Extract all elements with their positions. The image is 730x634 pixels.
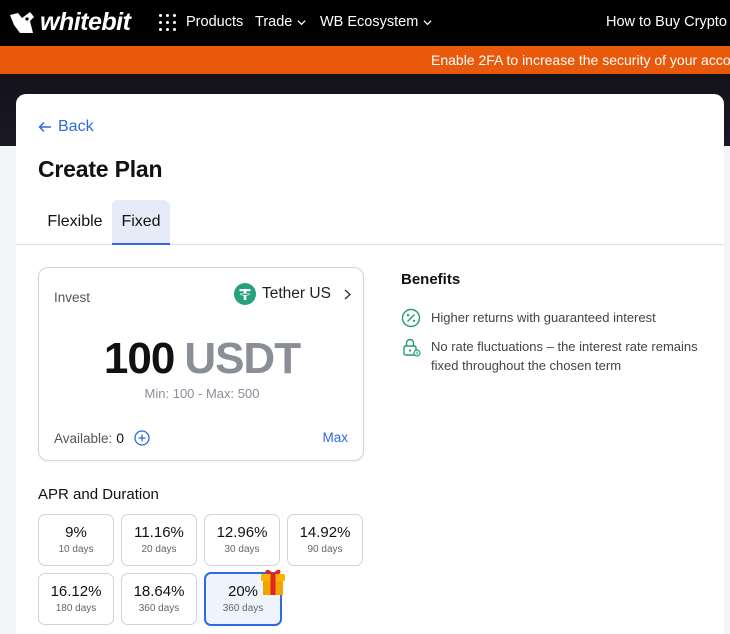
amount-value: 100 bbox=[103, 334, 175, 383]
apr-option[interactable]: 11.16% 20 days bbox=[121, 514, 197, 566]
amount-input[interactable]: 100 USDT bbox=[39, 334, 365, 384]
chevron-down-icon bbox=[423, 19, 432, 25]
add-funds-plus-icon[interactable] bbox=[134, 430, 150, 446]
amount-limits: Min: 100 - Max: 500 bbox=[144, 386, 260, 401]
arrow-left-icon bbox=[38, 121, 51, 133]
nav-item-label: Trade bbox=[255, 14, 293, 30]
back-label: Back bbox=[58, 118, 94, 135]
max-button[interactable]: Max bbox=[322, 430, 348, 445]
apr-rate: 16.12% bbox=[50, 583, 102, 600]
benefit-item: No rate fluctuations – the interest rate… bbox=[401, 337, 711, 375]
logo-mark-icon bbox=[10, 11, 34, 33]
tether-icon bbox=[234, 283, 256, 305]
chevron-right-icon bbox=[344, 288, 351, 300]
nav-item-label: How to Buy Crypto bbox=[606, 14, 727, 30]
chevron-down-icon bbox=[297, 19, 306, 25]
nav-item-label: Products bbox=[186, 14, 244, 30]
tab-flexible[interactable]: Flexible bbox=[38, 200, 112, 244]
nav-item-wb-ecosystem[interactable]: WB Ecosystem bbox=[320, 14, 432, 30]
benefit-text: No rate fluctuations – the interest rate… bbox=[431, 339, 698, 373]
lock-icon bbox=[403, 338, 421, 357]
nav-item-products[interactable]: Products bbox=[186, 14, 243, 30]
apr-option[interactable]: 12.96% 30 days bbox=[204, 514, 280, 566]
create-plan-card: Back Create Plan Flexible Fixed Invest T… bbox=[16, 94, 724, 634]
amount-currency: USDT bbox=[184, 334, 301, 383]
apr-rate: 11.16% bbox=[134, 524, 184, 541]
invest-panel: Invest Tether US 100 USDT Min: 100 - Max:… bbox=[38, 267, 364, 461]
apr-title: APR and Duration bbox=[38, 486, 159, 503]
apr-days: 20 days bbox=[141, 544, 177, 555]
percent-circle-icon bbox=[401, 308, 421, 328]
available-label: Available: bbox=[54, 430, 113, 446]
whitebit-logo[interactable]: whitebit bbox=[8, 8, 131, 37]
tab-fixed[interactable]: Fixed bbox=[112, 200, 170, 245]
benefit-text: Higher returns with guaranteed interest bbox=[431, 310, 656, 325]
top-navigation: whitebit Products Trade WB Ecosystem How… bbox=[0, 0, 730, 46]
plan-type-tabs: Flexible Fixed bbox=[16, 200, 724, 245]
gift-icon bbox=[261, 569, 285, 595]
apr-rate: 9% bbox=[65, 524, 87, 541]
apr-rate: 12.96% bbox=[216, 524, 268, 541]
apr-days: 360 days bbox=[138, 603, 180, 614]
apr-rate: 14.92% bbox=[299, 524, 351, 541]
apr-days: 360 days bbox=[222, 603, 264, 614]
benefit-item: Higher returns with guaranteed interest bbox=[401, 308, 656, 328]
back-link[interactable]: Back bbox=[38, 118, 94, 136]
nav-item-how-to-buy-crypto[interactable]: How to Buy Crypto bbox=[606, 14, 730, 30]
page-title: Create Plan bbox=[38, 156, 163, 182]
nav-item-trade[interactable]: Trade bbox=[255, 14, 306, 30]
apr-days: 30 days bbox=[224, 544, 260, 555]
apr-days: 10 days bbox=[58, 544, 94, 555]
apr-option[interactable]: 9% 10 days bbox=[38, 514, 114, 566]
coin-selector[interactable]: Tether US bbox=[234, 283, 352, 305]
invest-label: Invest bbox=[54, 290, 91, 305]
logo-text: whitebit bbox=[40, 8, 131, 36]
banner-text: Enable 2FA to increase the security of y… bbox=[431, 52, 730, 68]
apr-days: 90 days bbox=[307, 544, 343, 555]
benefits-title: Benefits bbox=[401, 271, 461, 288]
apr-option[interactable]: 18.64% 360 days bbox=[121, 573, 197, 625]
apps-grid-icon[interactable] bbox=[159, 14, 176, 31]
available-balance: Available: 0 bbox=[54, 430, 150, 446]
coin-name: Tether US bbox=[262, 285, 331, 302]
apr-option[interactable]: 16.12% 180 days bbox=[38, 573, 114, 625]
available-value: 0 bbox=[116, 430, 125, 446]
apr-rate: 18.64% bbox=[133, 583, 185, 600]
nav-item-label: WB Ecosystem bbox=[320, 14, 419, 30]
apr-days: 180 days bbox=[55, 603, 97, 614]
apr-option[interactable]: 14.92% 90 days bbox=[287, 514, 363, 566]
security-banner[interactable]: Enable 2FA to increase the security of y… bbox=[0, 46, 730, 74]
